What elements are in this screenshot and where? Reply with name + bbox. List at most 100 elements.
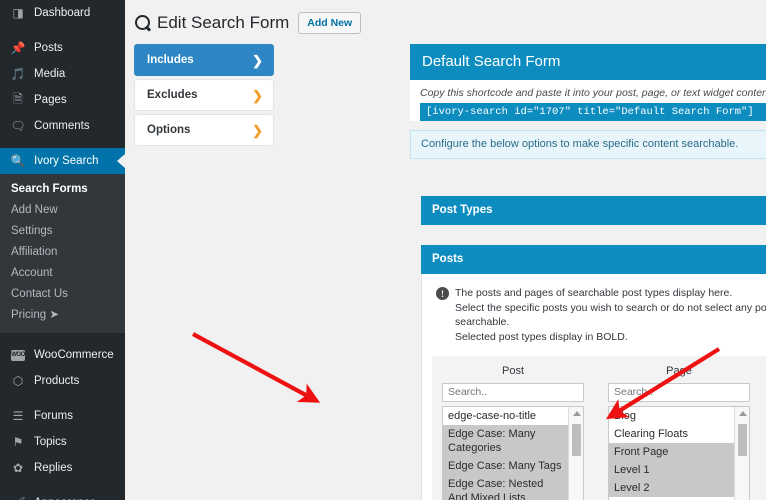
form-title: Default Search Form [410,44,766,80]
active-pointer-icon [117,154,125,168]
sidebar-divider [0,333,125,342]
sidebar-item-label: Media [34,68,66,80]
posts-panel-body: ! The posts and pages of searchable post… [421,274,766,500]
dashboard-icon: ◨ [12,6,24,20]
posts-info-text: The posts and pages of searchable post t… [455,286,766,344]
page-list-scrollbar[interactable] [734,406,749,500]
sidebar-item-label: Ivory Search [34,155,99,167]
sidebar-item-woocommerce[interactable]: WOO WooCommerce [0,342,125,368]
page-header: Edit Search Form Add New [125,0,766,36]
shortcode-section: Copy this shortcode and paste it into yo… [410,80,766,121]
sidebar-item-label: Pages [34,94,67,106]
configure-notice: Configure the below options to make spec… [410,130,766,159]
sidebar-item-pages[interactable]: 🗎 Pages [0,87,125,113]
posts-header[interactable]: Posts [421,245,766,274]
sidebar-item-topics[interactable]: ⚑ Topics [0,429,125,455]
sidebar-item-replies[interactable]: ✿ Replies [0,455,125,481]
scroll-up-icon[interactable] [735,407,749,420]
main-content-area: Edit Search Form Add New Includes ❯ Excl… [125,0,766,500]
sidebar-item-label: Comments [34,120,90,132]
list-item[interactable]: Edge Case: Many Tags [443,456,568,475]
list-item[interactable]: Level 2 [609,478,734,497]
sidebar-item-label: Topics [34,436,67,448]
page-list-options: Blog Clearing Floats Front Page Level 1 … [609,407,734,500]
sidebar-item-ivory-search[interactable]: 🔍 Ivory Search [0,148,125,174]
sidebar-item-label: Replies [34,462,73,474]
shortcode-value[interactable]: [ivory-search id="1707" title="Default S… [420,103,766,121]
appearance-icon: 🖌 [9,495,27,500]
posts-panel: Posts ! The posts and pages of searchabl… [421,245,766,500]
tab-includes[interactable]: Includes ❯ [134,44,274,76]
submenu-item-add-new[interactable]: Add New [0,200,125,221]
sidebar-item-forums[interactable]: ☰ Forums [0,403,125,429]
page-icon: 🗎 [13,91,23,106]
post-list-box[interactable]: edge-case-no-title Edge Case: Many Categ… [442,405,584,500]
term-select-area: Post edge-case-no-title Edge Case: Many … [432,356,766,500]
settings-tabs: Includes ❯ Excludes ❯ Options ❯ [134,44,274,149]
page-title: Edit Search Form [157,12,290,32]
scrollbar-thumb[interactable] [572,423,581,456]
tab-label: Options [147,124,191,136]
page-search-input[interactable] [608,382,750,402]
tab-label: Includes [147,54,194,66]
topics-icon: ⚑ [12,435,24,449]
sidebar-item-posts[interactable]: 📌 Posts [0,35,125,61]
submenu-item-account[interactable]: Account [0,263,125,284]
submenu-item-contact-us[interactable]: Contact Us [0,284,125,305]
list-item[interactable]: Level 1 [609,460,734,479]
form-content-panel: Default Search Form Copy this shortcode … [410,44,766,500]
post-column: Post edge-case-no-title Edge Case: Many … [442,364,584,500]
tab-label: Excludes [147,89,198,101]
page-column: Page Blog Clearing Floats Front Page Lev… [608,364,750,500]
list-item[interactable]: Blog [609,407,734,425]
submenu-item-settings[interactable]: Settings [0,221,125,242]
list-item[interactable]: Clearing Floats [609,425,734,443]
page-list-box[interactable]: Blog Clearing Floats Front Page Level 1 … [608,405,750,500]
sidebar-divider [0,26,125,35]
ivory-search-submenu: Search Forms Add New Settings Affiliatio… [0,174,125,333]
tab-excludes[interactable]: Excludes ❯ [134,79,274,111]
forums-icon: ☰ [12,409,24,423]
sidebar-item-media[interactable]: 🎵 Media [0,61,125,87]
search-icon: 🔍 [10,154,26,168]
tab-options[interactable]: Options ❯ [134,114,274,146]
posts-info: ! The posts and pages of searchable post… [422,286,766,344]
list-item[interactable]: edge-case-no-title [443,407,568,425]
scroll-up-icon[interactable] [569,407,583,420]
search-icon [134,14,152,32]
post-list-scrollbar[interactable] [568,406,583,500]
comment-icon: 🗨 [10,119,26,133]
submenu-item-affiliation[interactable]: Affiliation [0,242,125,263]
sidebar-item-appearance[interactable]: 🖌 Appearance [0,490,125,500]
submenu-item-search-forms[interactable]: Search Forms [0,179,125,200]
info-line: Selected post types display in BOLD. [455,330,628,343]
post-search-input[interactable] [442,382,584,402]
pin-icon: 📌 [10,41,26,55]
post-types-panel: Post Types [421,196,766,225]
sidebar-item-comments[interactable]: 🗨 Comments [0,113,125,139]
post-list-options: edge-case-no-title Edge Case: Many Categ… [443,407,568,500]
list-item[interactable]: Edge Case: Nested And Mixed Lists [443,474,568,500]
post-column-title: Post [501,365,524,377]
sidebar-item-dashboard[interactable]: ◨ Dashboard [0,0,125,26]
shortcode-instruction: Copy this shortcode and paste it into yo… [420,87,766,99]
info-icon: ! [436,287,449,300]
post-types-header[interactable]: Post Types [421,196,766,225]
info-line: Select the specific posts you wish to se… [455,301,766,329]
page-column-title: Page [666,365,692,377]
submenu-item-pricing[interactable]: Pricing ➤ [0,305,125,326]
chevron-right-icon: ❯ [252,87,263,103]
sidebar-item-label: WooCommerce [34,349,114,361]
sidebar-divider [0,481,125,490]
list-item[interactable]: Edge Case: Many Categories [443,424,568,457]
sidebar-item-label: Products [34,375,80,387]
sidebar-item-products[interactable]: ⬡ Products [0,368,125,394]
list-item[interactable]: Level 2a [609,497,734,500]
scrollbar-thumb[interactable] [738,423,747,456]
info-line: The posts and pages of searchable post t… [455,287,733,299]
add-new-button[interactable]: Add New [298,11,362,34]
sidebar-item-label: Posts [34,42,63,54]
chevron-right-icon: ❯ [252,52,263,68]
products-icon: ⬡ [12,374,24,388]
list-item[interactable]: Front Page [609,442,734,461]
